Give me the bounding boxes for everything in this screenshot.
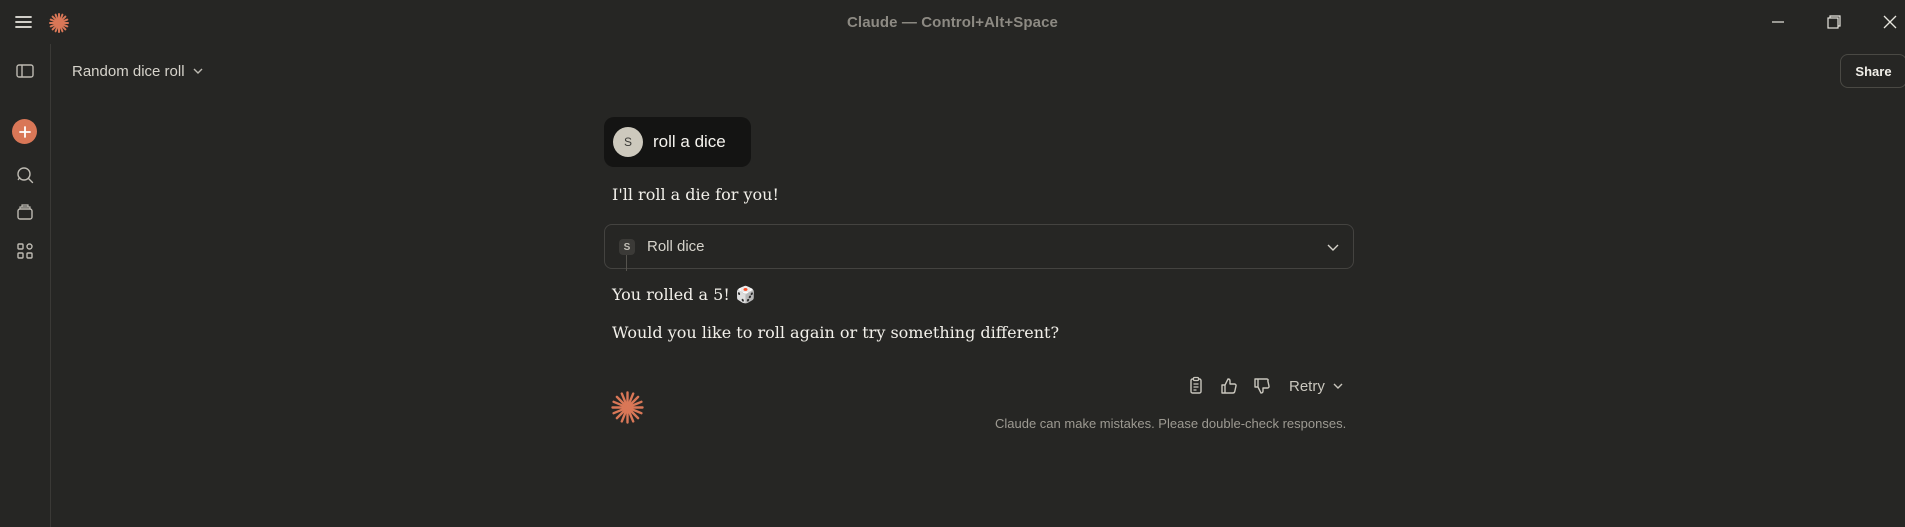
- chevron-down-icon: [1333, 383, 1343, 389]
- chevron-down-icon: [1327, 244, 1339, 251]
- tool-label: Roll dice: [647, 238, 705, 255]
- chat-title: Random dice roll: [72, 62, 185, 80]
- tool-call-roll-dice[interactable]: S Roll dice: [604, 224, 1354, 271]
- artifacts-icon[interactable]: [13, 239, 37, 263]
- dice-emoji-icon: 🎲: [735, 285, 756, 304]
- sidebar: [0, 44, 51, 527]
- claude-spark-icon: [610, 390, 645, 425]
- thumbs-down-icon[interactable]: [1250, 374, 1274, 398]
- user-message: S roll a dice: [604, 117, 751, 167]
- title-bar: Claude — Control+Alt+Space: [0, 0, 1905, 44]
- retry-button[interactable]: Retry: [1289, 378, 1345, 395]
- message-actions: Retry: [1184, 374, 1345, 398]
- window-title: Claude — Control+Alt+Space: [847, 14, 1058, 31]
- plus-icon: [18, 125, 31, 138]
- sidebar-toggle-icon[interactable]: [13, 59, 37, 83]
- share-button[interactable]: Share: [1840, 54, 1905, 88]
- assistant-result-text: You rolled a 5!: [612, 285, 730, 304]
- new-chat-button[interactable]: [12, 119, 37, 144]
- minimize-icon[interactable]: [1760, 10, 1794, 34]
- assistant-followup-text: Would you like to roll again or try some…: [612, 323, 1060, 342]
- retry-label: Retry: [1289, 377, 1325, 395]
- restore-icon[interactable]: [1816, 10, 1850, 34]
- assistant-result-line: You rolled a 5! 🎲: [612, 285, 756, 304]
- chevron-down-icon: [193, 68, 203, 74]
- copy-icon[interactable]: [1184, 374, 1208, 398]
- close-icon[interactable]: [1873, 10, 1905, 34]
- avatar[interactable]: S: [613, 127, 643, 157]
- tool-connector-line: [626, 255, 627, 271]
- tool-badge: S: [619, 239, 635, 255]
- assistant-intro-text: I'll roll a die for you!: [612, 185, 779, 204]
- thumbs-up-icon[interactable]: [1217, 374, 1241, 398]
- chat-title-dropdown[interactable]: Random dice roll: [64, 56, 213, 86]
- projects-icon[interactable]: [13, 200, 37, 224]
- disclaimer-text: Claude can make mistakes. Please double-…: [995, 416, 1347, 431]
- user-message-text: roll a dice: [653, 132, 726, 151]
- chat-search-icon[interactable]: [13, 163, 37, 187]
